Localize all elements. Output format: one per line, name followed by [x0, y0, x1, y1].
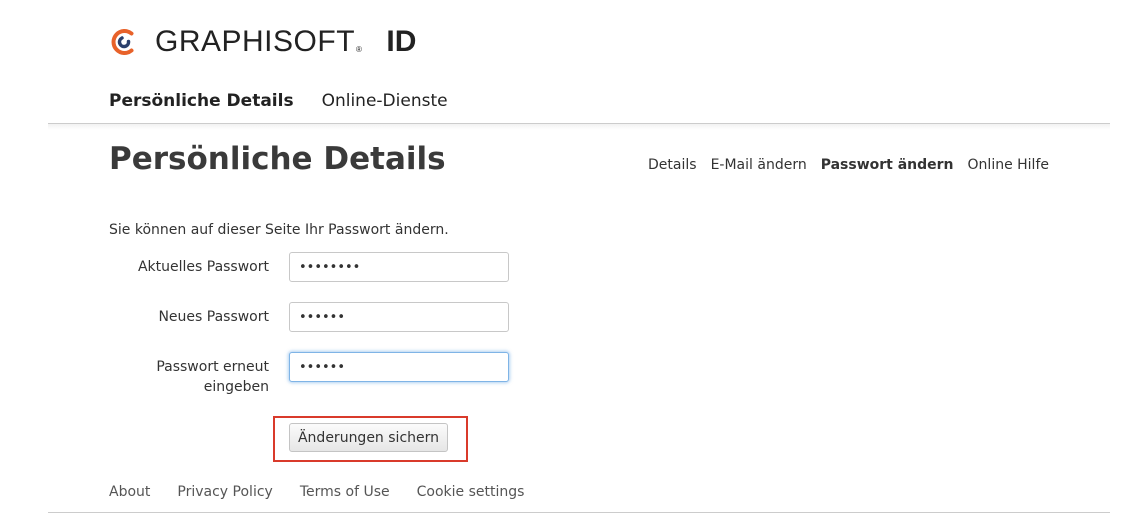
brand-name: GRAPHISOFT®	[155, 25, 363, 58]
page-title: Persönliche Details	[109, 141, 446, 177]
top-nav: Persönliche Details Online-Dienste	[109, 90, 476, 112]
footer: About Privacy Policy Terms of Use Cookie…	[109, 483, 551, 501]
intro-text: Sie können auf dieser Seite Ihr Passwort…	[109, 222, 449, 238]
registered-mark: ®	[356, 45, 363, 54]
sub-nav-change-password[interactable]: Passwort ändern	[821, 156, 954, 174]
top-nav-personal-details[interactable]: Persönliche Details	[109, 90, 294, 112]
sub-nav-change-email[interactable]: E-Mail ändern	[711, 156, 807, 174]
confirm-password-row: Passwort erneut eingeben	[109, 352, 529, 398]
graphisoft-logo-icon	[111, 29, 134, 55]
footer-link-cookie-settings[interactable]: Cookie settings	[417, 483, 525, 501]
header-divider-shadow	[48, 124, 1110, 130]
graphisoft-id-page: GRAPHISOFT® ID Persönliche Details Onlin…	[0, 0, 1123, 516]
current-password-row: Aktuelles Passwort	[109, 252, 529, 282]
footer-link-about[interactable]: About	[109, 483, 150, 501]
confirm-password-label: Passwort erneut eingeben	[109, 357, 269, 397]
sub-nav-online-help[interactable]: Online Hilfe	[968, 156, 1049, 174]
save-changes-button[interactable]: Änderungen sichern	[289, 423, 448, 452]
footer-link-privacy-policy[interactable]: Privacy Policy	[177, 483, 272, 501]
top-nav-online-services[interactable]: Online-Dienste	[322, 90, 448, 112]
brand-logo[interactable]: GRAPHISOFT® ID	[109, 24, 416, 60]
new-password-input[interactable]	[289, 302, 509, 332]
current-password-label: Aktuelles Passwort	[137, 259, 269, 275]
sub-nav: Details E-Mail ändern Passwort ändern On…	[634, 156, 1049, 174]
confirm-password-input[interactable]	[289, 352, 509, 382]
sub-nav-details[interactable]: Details	[648, 156, 697, 174]
brand-product: ID	[386, 25, 417, 58]
confirm-password-label-line2: eingeben	[203, 379, 269, 395]
footer-link-terms-of-use[interactable]: Terms of Use	[300, 483, 390, 501]
confirm-password-label-line1: Passwort erneut	[156, 359, 269, 375]
new-password-row: Neues Passwort	[109, 302, 529, 332]
current-password-input[interactable]	[289, 252, 509, 282]
footer-divider	[48, 512, 1110, 513]
new-password-label: Neues Passwort	[158, 309, 269, 325]
